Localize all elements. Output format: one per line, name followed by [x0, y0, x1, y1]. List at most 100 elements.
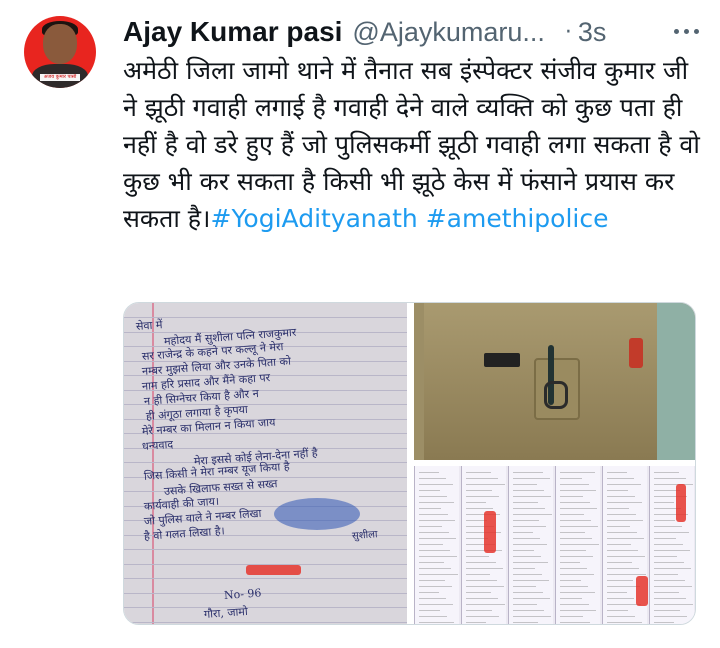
letter-line: धन्यवाद [141, 437, 174, 453]
document-text-line [654, 592, 679, 593]
document-text-line [560, 622, 590, 623]
document-text-line [607, 478, 634, 479]
document-text-line [654, 586, 692, 587]
document-text-line [560, 544, 599, 545]
document-text-line [560, 490, 596, 491]
document-text-line [513, 622, 538, 623]
document-text-line [419, 538, 456, 539]
document-text-line [654, 526, 682, 527]
police-officer-photo[interactable] [414, 303, 695, 460]
document-text-line [607, 592, 627, 593]
glasses [544, 381, 568, 409]
document-text-line [654, 562, 684, 563]
document-text-line [654, 568, 691, 569]
document-text-line [466, 592, 491, 593]
hashtag-yogiadityanath[interactable]: #YogiAdityanath [211, 204, 418, 233]
letter-photo[interactable]: सेवा में महोदय मैं सुशीला पत्नि राजकुमार स… [124, 303, 407, 624]
document-text-line [607, 556, 645, 557]
document-text-line [560, 598, 582, 599]
document-text-line [466, 604, 505, 605]
document-text-line [466, 496, 499, 497]
document-text-line [419, 484, 453, 485]
document-text-line [654, 580, 685, 581]
user-handle[interactable]: @Ajaykumaru... [352, 17, 544, 48]
document-text-line [560, 574, 594, 575]
document-text-line [419, 616, 447, 617]
document-text-line [419, 622, 454, 623]
letter-line: No- 96 [223, 586, 262, 602]
document-text-line [419, 598, 446, 599]
document-text-line [607, 562, 632, 563]
document-text-line [654, 532, 689, 533]
document-text-line [654, 502, 674, 503]
document-text-line [513, 532, 533, 533]
document-text-line [560, 502, 590, 503]
document-text-line [466, 586, 504, 587]
nameplate [484, 353, 520, 367]
document-text-line [560, 562, 580, 563]
tweet-time[interactable]: 3s [578, 17, 607, 48]
document-text-line [466, 562, 496, 563]
letter-line: सेवा में [135, 318, 163, 333]
document-text-line [607, 514, 636, 515]
document-text-line [466, 478, 498, 479]
ruled-line [124, 592, 407, 594]
hashtag-amethipolice[interactable]: #amethipolice [426, 204, 609, 233]
document-text-line [466, 556, 489, 557]
document-text-line [513, 556, 541, 557]
document-text-line [654, 604, 693, 605]
document-text-line [654, 556, 677, 557]
more-options-icon[interactable] [666, 16, 706, 46]
document-text-line [607, 616, 635, 617]
document-text-line [607, 544, 631, 545]
document-text-line [419, 508, 441, 509]
document-text-line [466, 610, 492, 611]
document-text-line [560, 496, 583, 497]
document-text-line [419, 472, 439, 473]
document-page [649, 466, 694, 624]
document-text-line [513, 520, 539, 521]
document-text-line [607, 610, 628, 611]
document-text-line [607, 550, 638, 551]
shoulder-badge [629, 338, 643, 368]
document-text-line [466, 472, 491, 473]
document-text-line [560, 550, 586, 551]
document-text-line [560, 472, 595, 473]
tweet-text: अमेठी जिला जामो थाने में तैनात सब इंस्पे… [123, 52, 708, 237]
document-text-line [513, 568, 535, 569]
document-text-line [560, 484, 589, 485]
ruled-line [124, 317, 407, 318]
document-text-line [419, 514, 448, 515]
document-text-line [607, 508, 629, 509]
document-text-line [513, 544, 547, 545]
document-text-line [654, 610, 680, 611]
document-text-line [466, 568, 503, 569]
letter-line: गौरा, जामो [203, 604, 249, 621]
document-text-line [607, 526, 630, 527]
document-text-line [607, 568, 639, 569]
document-text-line [654, 484, 693, 485]
document-text-line [419, 478, 446, 479]
document-page [508, 466, 553, 624]
avatar[interactable]: अजय कुमार पासी [24, 16, 96, 88]
redacted-mark [484, 511, 496, 553]
document-text-line [466, 490, 492, 491]
document-text-line [466, 508, 493, 509]
signature-scribble [274, 498, 360, 530]
document-text-line [560, 538, 592, 539]
document-text-line [607, 484, 641, 485]
display-name[interactable]: Ajay Kumar pasi [123, 16, 342, 48]
document-text-line [607, 538, 644, 539]
document-text-line [654, 520, 675, 521]
document-text-line [560, 604, 589, 605]
document-text-line [607, 598, 634, 599]
background-wall [657, 303, 695, 460]
document-text-line [466, 502, 486, 503]
document-text-line [560, 526, 598, 527]
document-text-line [607, 622, 642, 623]
document-text-line [513, 550, 534, 551]
media-grid[interactable]: सेवा में महोदय मैं सुशीला पत्नि राजकुमार स… [123, 302, 696, 625]
document-text-line [560, 592, 595, 593]
document-text-line [513, 562, 548, 563]
documents-photo[interactable] [414, 466, 695, 624]
